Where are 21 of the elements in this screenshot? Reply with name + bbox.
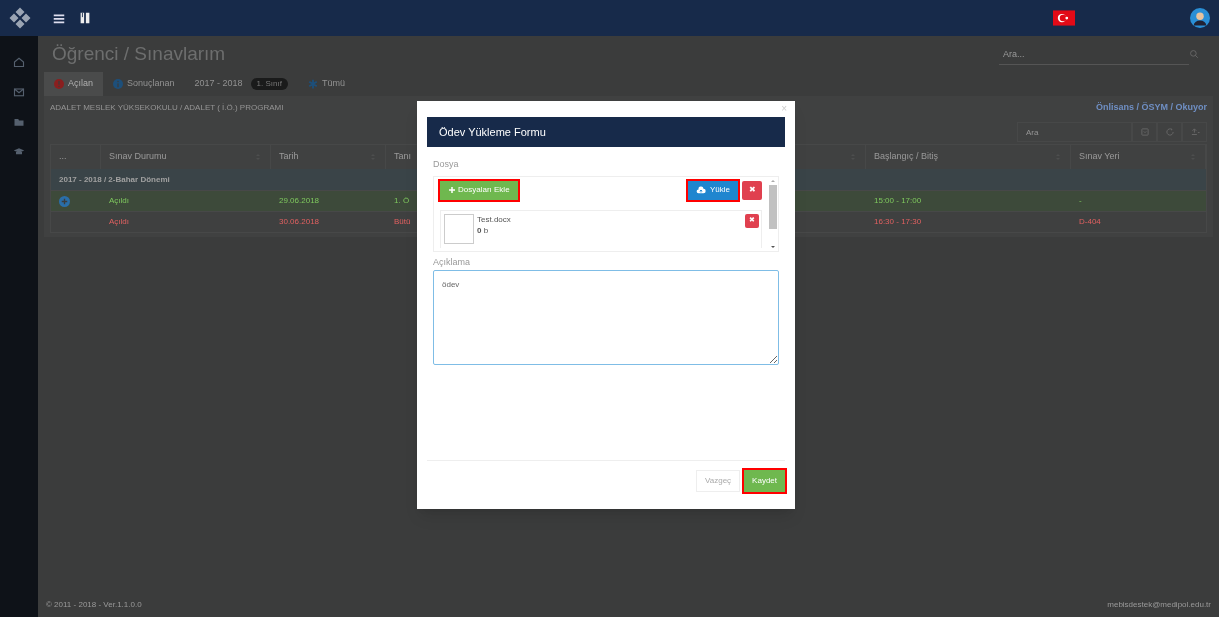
table-cell: Bütü xyxy=(394,216,411,228)
version-text: © 2011 - 2018 - Ver.1.1.0.0 xyxy=(46,599,142,611)
group-header: 2017 - 2018 / 2-Bahar Dönemi xyxy=(59,173,170,186)
program-name: ADALET MESLEK YÜKSEKOKULU / ADALET ( İ.Ö.) PROGRAMI xyxy=(50,102,284,114)
table-cell: 30.06.2018 xyxy=(279,216,320,228)
field-label: Dosya xyxy=(433,158,460,171)
table-cell: 16:30 - 17:30 xyxy=(874,216,922,228)
table-cell: 15:00 - 17:00 xyxy=(874,195,922,207)
count-badge: 1. Sınıf xyxy=(250,78,288,90)
file-name: Test.docx xyxy=(477,213,511,225)
support-email: mebisdestek@medipol.edu.tr xyxy=(1107,599,1211,611)
student-status: Önlisans / ÖSYM / Okuyor xyxy=(1095,101,1207,115)
dialog-title: Ödev Yükleme Formu xyxy=(427,117,785,147)
table-cell: Açıldı xyxy=(109,195,129,207)
table-cell: D-404 xyxy=(1079,216,1101,228)
table-cell: 29.06.2018 xyxy=(279,195,320,207)
field-label: Açıklama xyxy=(433,255,471,269)
table-cell: - xyxy=(1079,195,1082,207)
table-cell: 1. Ö xyxy=(394,195,410,207)
file-size: 0 b xyxy=(477,224,490,236)
table-cell: Açıldı xyxy=(109,216,129,228)
